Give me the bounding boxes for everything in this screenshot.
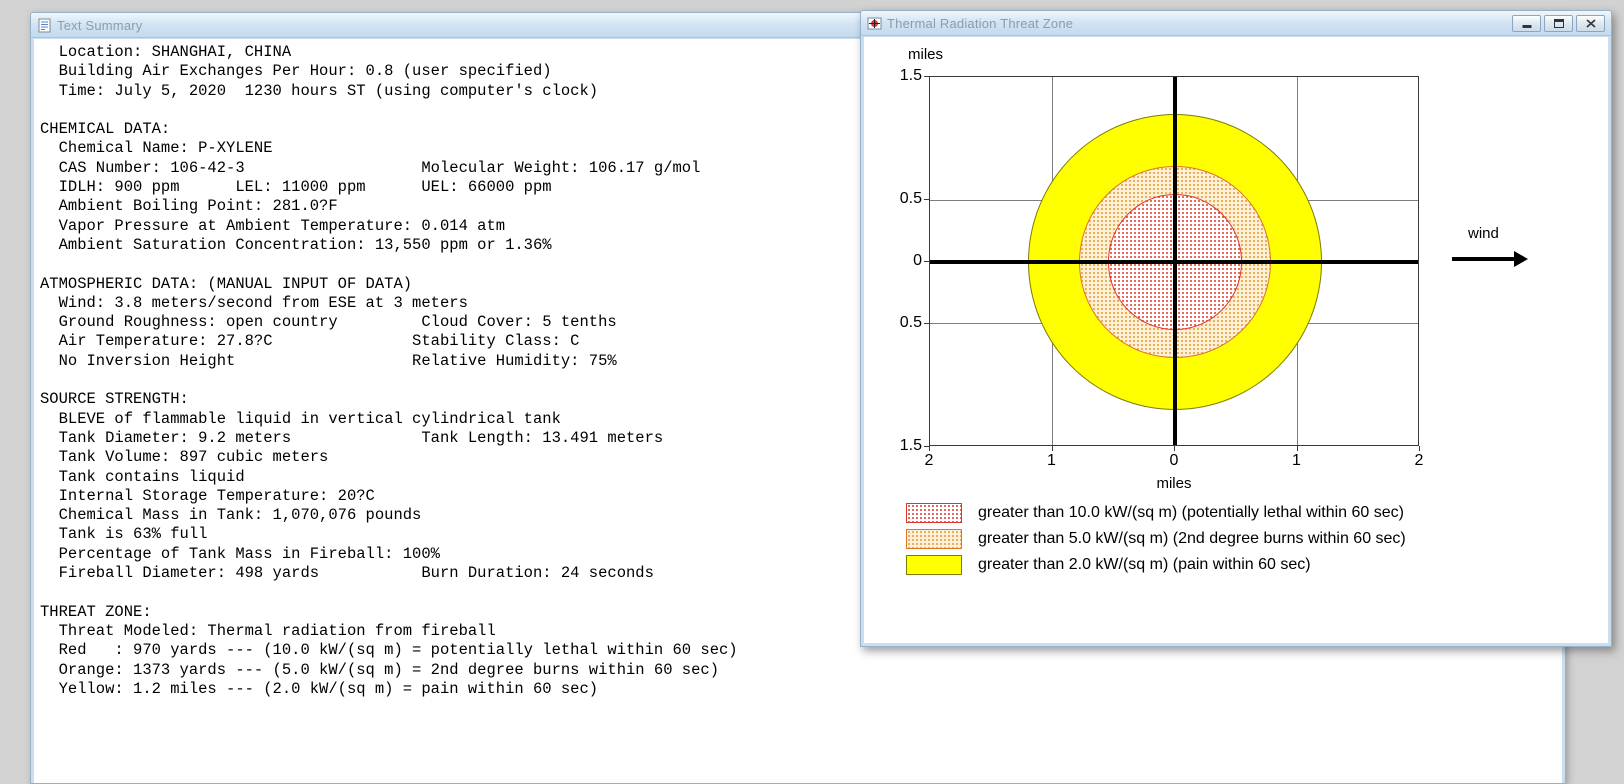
y-tick-mark: [924, 199, 929, 201]
legend-item-orange: greater than 5.0 kW/(sq m) (2nd degree b…: [906, 529, 1406, 549]
minimize-button[interactable]: [1512, 14, 1541, 32]
legend-swatch-red: [906, 503, 962, 523]
legend-swatch-yellow: [906, 555, 962, 575]
x-axis-tick-label: 1: [1047, 452, 1056, 469]
desktop: { "text_summary_window": { "title": "Tex…: [0, 0, 1624, 784]
threat-legend: greater than 10.0 kW/(sq m) (potentially…: [906, 503, 1406, 575]
threat-plot-icon: [867, 16, 882, 31]
x-tick-mark: [1174, 446, 1175, 451]
y-axis-tick-label: 0: [913, 252, 922, 269]
legend-item-red: greater than 10.0 kW/(sq m) (potentially…: [906, 503, 1406, 523]
crosshair-vertical: [1173, 77, 1177, 445]
text-document-icon: [37, 18, 52, 33]
y-axis-tick-label: 0.5: [899, 190, 922, 208]
window-controls: [1512, 14, 1605, 32]
close-button[interactable]: [1576, 14, 1605, 32]
y-tick-mark: [924, 261, 929, 262]
x-axis-title: miles: [1156, 475, 1192, 492]
y-axis-tick-label: 1.5: [899, 67, 922, 84]
summary-text-line: Yellow: 1.2 miles --- (2.0 kW/(sq m) = p…: [40, 679, 599, 698]
x-tick-mark: [1419, 446, 1420, 451]
x-axis-tick-label: 0: [1169, 452, 1179, 469]
legend-swatch-orange: [906, 529, 962, 549]
threat-zone-title: Thermal Radiation Threat Zone: [887, 15, 1074, 31]
x-tick-mark: [1296, 446, 1298, 451]
y-axis-title: miles: [908, 46, 944, 63]
y-tick-mark: [924, 322, 929, 324]
maximize-button[interactable]: [1544, 14, 1573, 32]
y-tick-mark: [924, 76, 929, 77]
minimize-icon: [1522, 24, 1531, 28]
y-axis-tick-label: 0.5: [899, 313, 922, 331]
legend-label: greater than 5.0 kW/(sq m) (2nd degree b…: [978, 530, 1406, 547]
wind-label: wind: [1468, 225, 1499, 242]
summary-text-line: Orange: 1373 yards --- (5.0 kW/(sq m) = …: [40, 660, 720, 679]
x-axis-tick-label: 2: [1414, 452, 1424, 469]
plot-area: [929, 76, 1419, 446]
maximize-icon: [1553, 18, 1564, 28]
x-axis-tick-label: 2: [924, 452, 934, 469]
threat-zone-content: miles miles wind greater than 10.0 kW/(s…: [864, 37, 1608, 643]
x-tick-mark: [929, 446, 930, 451]
close-icon: [1585, 18, 1596, 28]
threat-zone-window: Thermal Radiation Threat Zone miles mile…: [860, 10, 1612, 647]
wind-arrow-icon: [1452, 251, 1572, 267]
wind-annotation: wind: [1452, 225, 1572, 267]
legend-label: greater than 10.0 kW/(sq m) (potentially…: [978, 504, 1404, 521]
text-summary-title: Text Summary: [57, 17, 143, 33]
threat-zone-titlebar[interactable]: Thermal Radiation Threat Zone: [861, 11, 1611, 36]
legend-item-yellow: greater than 2.0 kW/(sq m) (pain within …: [906, 555, 1406, 575]
x-tick-mark: [1051, 446, 1053, 451]
legend-label: greater than 2.0 kW/(sq m) (pain within …: [978, 556, 1311, 573]
x-axis-tick-label: 1: [1292, 452, 1301, 469]
